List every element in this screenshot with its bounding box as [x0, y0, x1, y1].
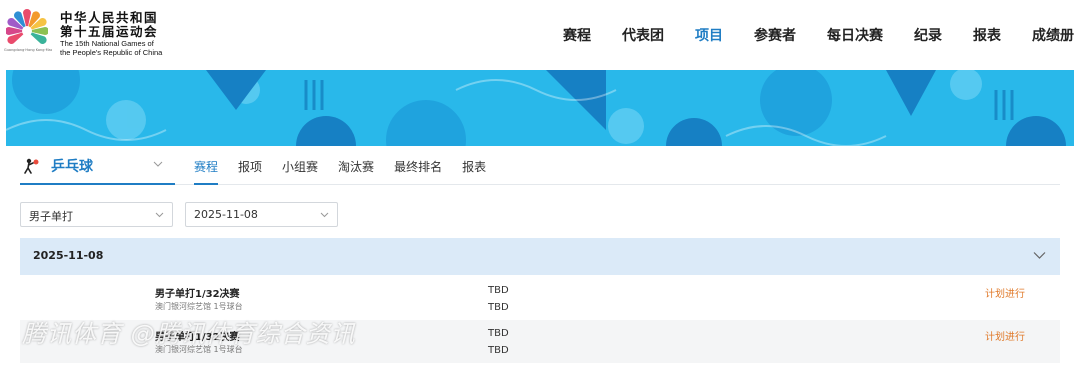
- watermark-overlay: 腾讯体育 @腾讯体育综合资讯: [22, 320, 356, 348]
- sport-name: 乒乓球: [51, 159, 93, 175]
- event-select[interactable]: 男子单打: [20, 202, 173, 227]
- main-nav: 赛程 代表团 项目 参赛者 每日决赛 纪录 报表 成绩册: [563, 0, 1080, 70]
- chevron-down-icon[interactable]: [1033, 251, 1046, 260]
- event-select-value: 男子单打: [29, 210, 73, 223]
- brand-en-line1: The 15th National Games of: [60, 39, 154, 48]
- nav-item-schedule[interactable]: 赛程: [563, 25, 591, 45]
- match-title: 男子单打1/32决赛: [155, 289, 240, 300]
- tab-reports[interactable]: 报表: [462, 147, 486, 185]
- sport-bar: 乒乓球 赛程 报项 小组赛 淘汰赛 最终排名 报表: [20, 147, 1060, 185]
- chevron-down-icon: [153, 161, 163, 167]
- tab-entries[interactable]: 报项: [238, 147, 262, 185]
- tab-knockout[interactable]: 淘汰赛: [338, 147, 374, 185]
- tab-schedule[interactable]: 赛程: [194, 147, 219, 185]
- tab-group-stage[interactable]: 小组赛: [282, 147, 318, 185]
- match-venue: 澳门银河综艺馆 1号球台: [155, 302, 243, 311]
- chevron-down-icon: [155, 212, 164, 218]
- nav-item-results-book[interactable]: 成绩册: [1032, 25, 1074, 45]
- brand-title: 中华人民共和国 第十五届运动会 The 15th National Games …: [60, 10, 163, 58]
- site-header: Guangdong·Hong Kong·Macao 中华人民共和国 第十五届运动…: [0, 0, 1080, 70]
- date-group-label: 2025-11-08: [33, 249, 104, 262]
- match-competitor-1: TBD: [488, 285, 509, 296]
- brand-cn-line1: 中华人民共和国: [60, 10, 159, 25]
- nav-item-athletes[interactable]: 参赛者: [754, 25, 796, 45]
- brand-cn-line2: 第十五届运动会: [60, 24, 159, 39]
- date-select[interactable]: 2025-11-08: [185, 202, 338, 227]
- match-status: 计划进行: [985, 332, 1025, 343]
- tab-final-ranking[interactable]: 最终排名: [394, 147, 442, 185]
- sport-tabs: 赛程 报项 小组赛 淘汰赛 最终排名 报表: [184, 147, 496, 185]
- date-select-value: 2025-11-08: [194, 208, 258, 221]
- sport-selector[interactable]: 乒乓球: [20, 147, 175, 185]
- match-status: 计划进行: [985, 289, 1025, 300]
- match-competitor-1: TBD: [488, 328, 509, 339]
- hero-banner: [6, 70, 1074, 146]
- nav-item-delegations[interactable]: 代表团: [622, 25, 664, 45]
- brand-en-line2: the People's Republic of China: [60, 48, 163, 57]
- chevron-down-icon: [320, 212, 329, 218]
- logo-subtitle: Guangdong·Hong Kong·Macao: [4, 48, 52, 52]
- match-competitor-2: TBD: [488, 302, 509, 313]
- nav-item-records[interactable]: 纪录: [914, 25, 942, 45]
- match-competitor-2: TBD: [488, 345, 509, 356]
- table-tennis-icon: [24, 158, 39, 174]
- date-group-header[interactable]: 2025-11-08: [20, 238, 1060, 275]
- nav-item-reports[interactable]: 报表: [973, 25, 1001, 45]
- nav-item-sports[interactable]: 项目: [695, 25, 723, 45]
- nav-item-daily-finals[interactable]: 每日决赛: [827, 25, 883, 45]
